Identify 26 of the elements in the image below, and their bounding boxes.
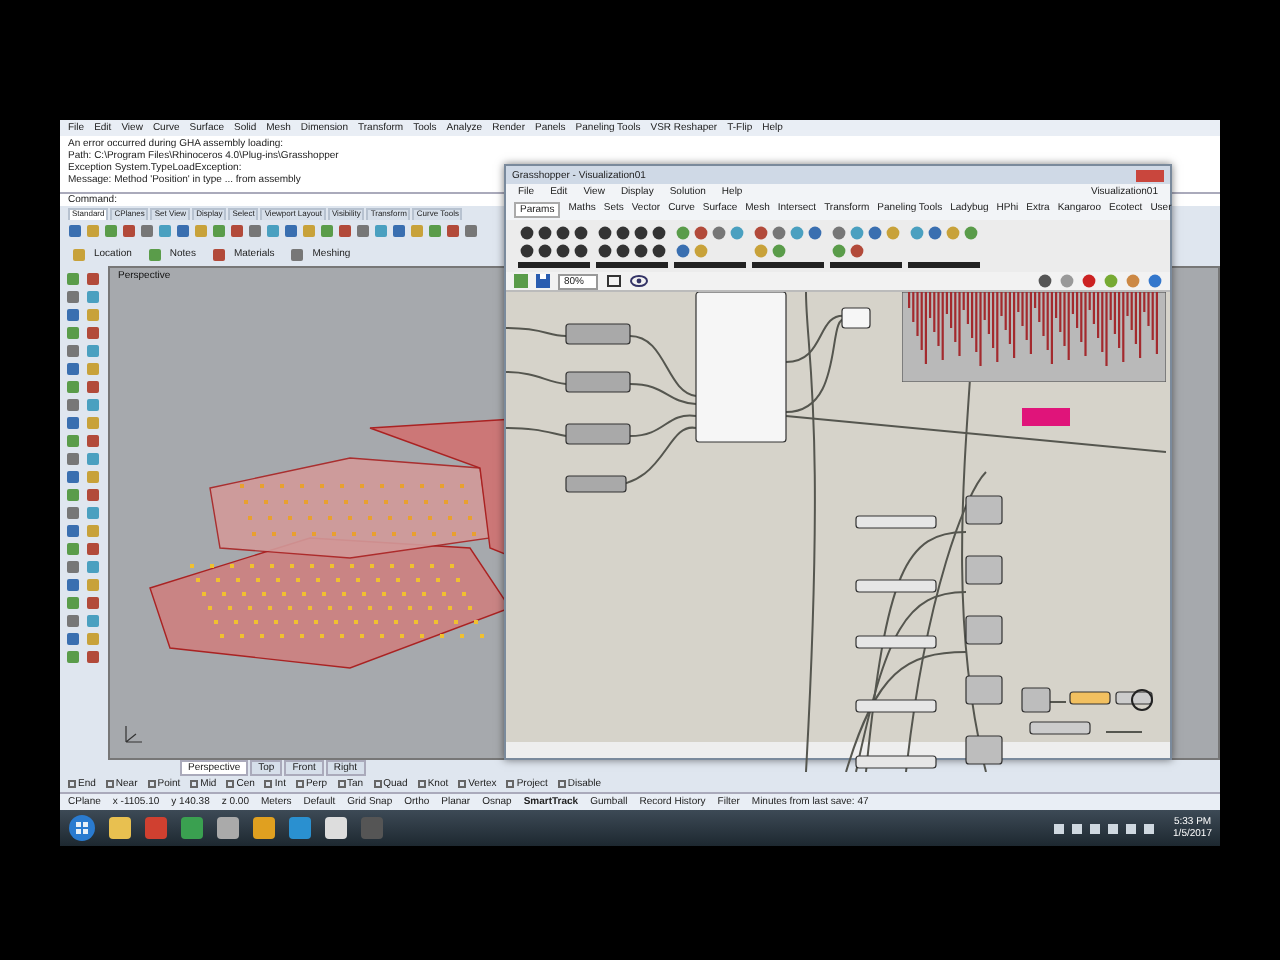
taskbar-app-icon[interactable] [252, 816, 276, 840]
taskbar-app-icon[interactable] [216, 816, 240, 840]
save-icon[interactable] [536, 274, 550, 288]
close-button[interactable] [1136, 169, 1164, 181]
checkbox[interactable] [506, 779, 515, 788]
checkbox[interactable] [373, 779, 382, 788]
zoom-extents-icon[interactable] [606, 274, 623, 288]
checkbox[interactable] [458, 779, 467, 788]
checkbox[interactable] [190, 779, 199, 788]
checkbox[interactable] [295, 779, 304, 788]
checkbox[interactable] [417, 779, 426, 788]
taskbar-app-icon[interactable] [180, 816, 204, 840]
eye-icon[interactable] [630, 274, 649, 288]
checkbox[interactable] [226, 779, 235, 788]
checkbox[interactable] [68, 779, 76, 788]
axis-icon [122, 722, 146, 746]
checkbox[interactable] [264, 779, 273, 788]
checkbox[interactable] [105, 779, 114, 788]
checkbox[interactable] [147, 779, 156, 788]
checkbox[interactable] [337, 779, 346, 788]
cursor-icon [1130, 688, 1154, 712]
checkbox[interactable] [557, 779, 566, 788]
taskbar-app-icon[interactable] [108, 816, 132, 840]
taskbar-app-icon[interactable] [324, 816, 348, 840]
start-icon[interactable] [68, 814, 96, 842]
note-panel-drawing [1022, 408, 1070, 426]
